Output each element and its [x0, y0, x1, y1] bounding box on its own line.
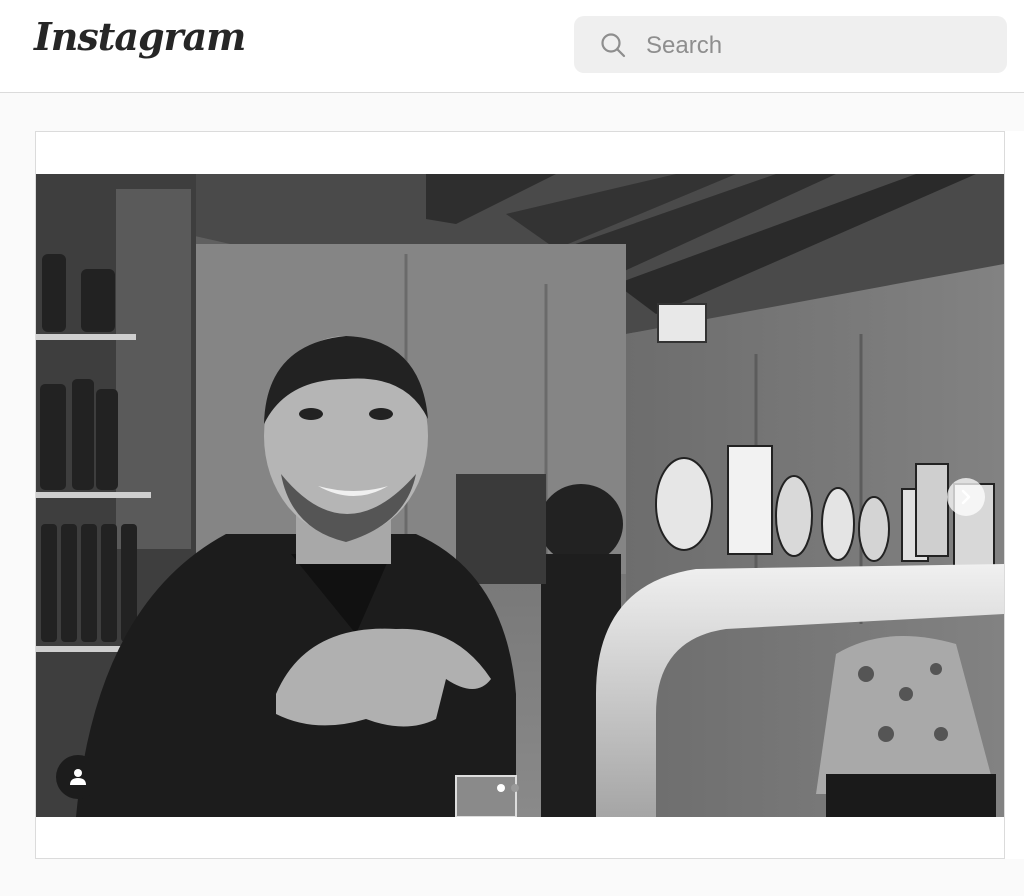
- search-box[interactable]: [574, 16, 1007, 75]
- top-navigation-bar: Instagram: [0, 0, 1024, 93]
- instagram-logo[interactable]: Instagram: [34, 14, 246, 59]
- tagged-users-button[interactable]: [56, 755, 100, 799]
- chevron-right-icon: [961, 489, 971, 505]
- search-input[interactable]: [644, 16, 988, 75]
- search-icon: [601, 33, 626, 58]
- carousel-dot-active: [497, 784, 505, 792]
- carousel-indicator: [497, 784, 519, 792]
- carousel-next-button[interactable]: [947, 478, 985, 516]
- bar-scene-image: [36, 174, 1004, 817]
- carousel-dot: [511, 784, 519, 792]
- person-icon: [70, 769, 86, 785]
- post-photo[interactable]: [36, 174, 1004, 817]
- post-side-panel: [1004, 131, 1024, 859]
